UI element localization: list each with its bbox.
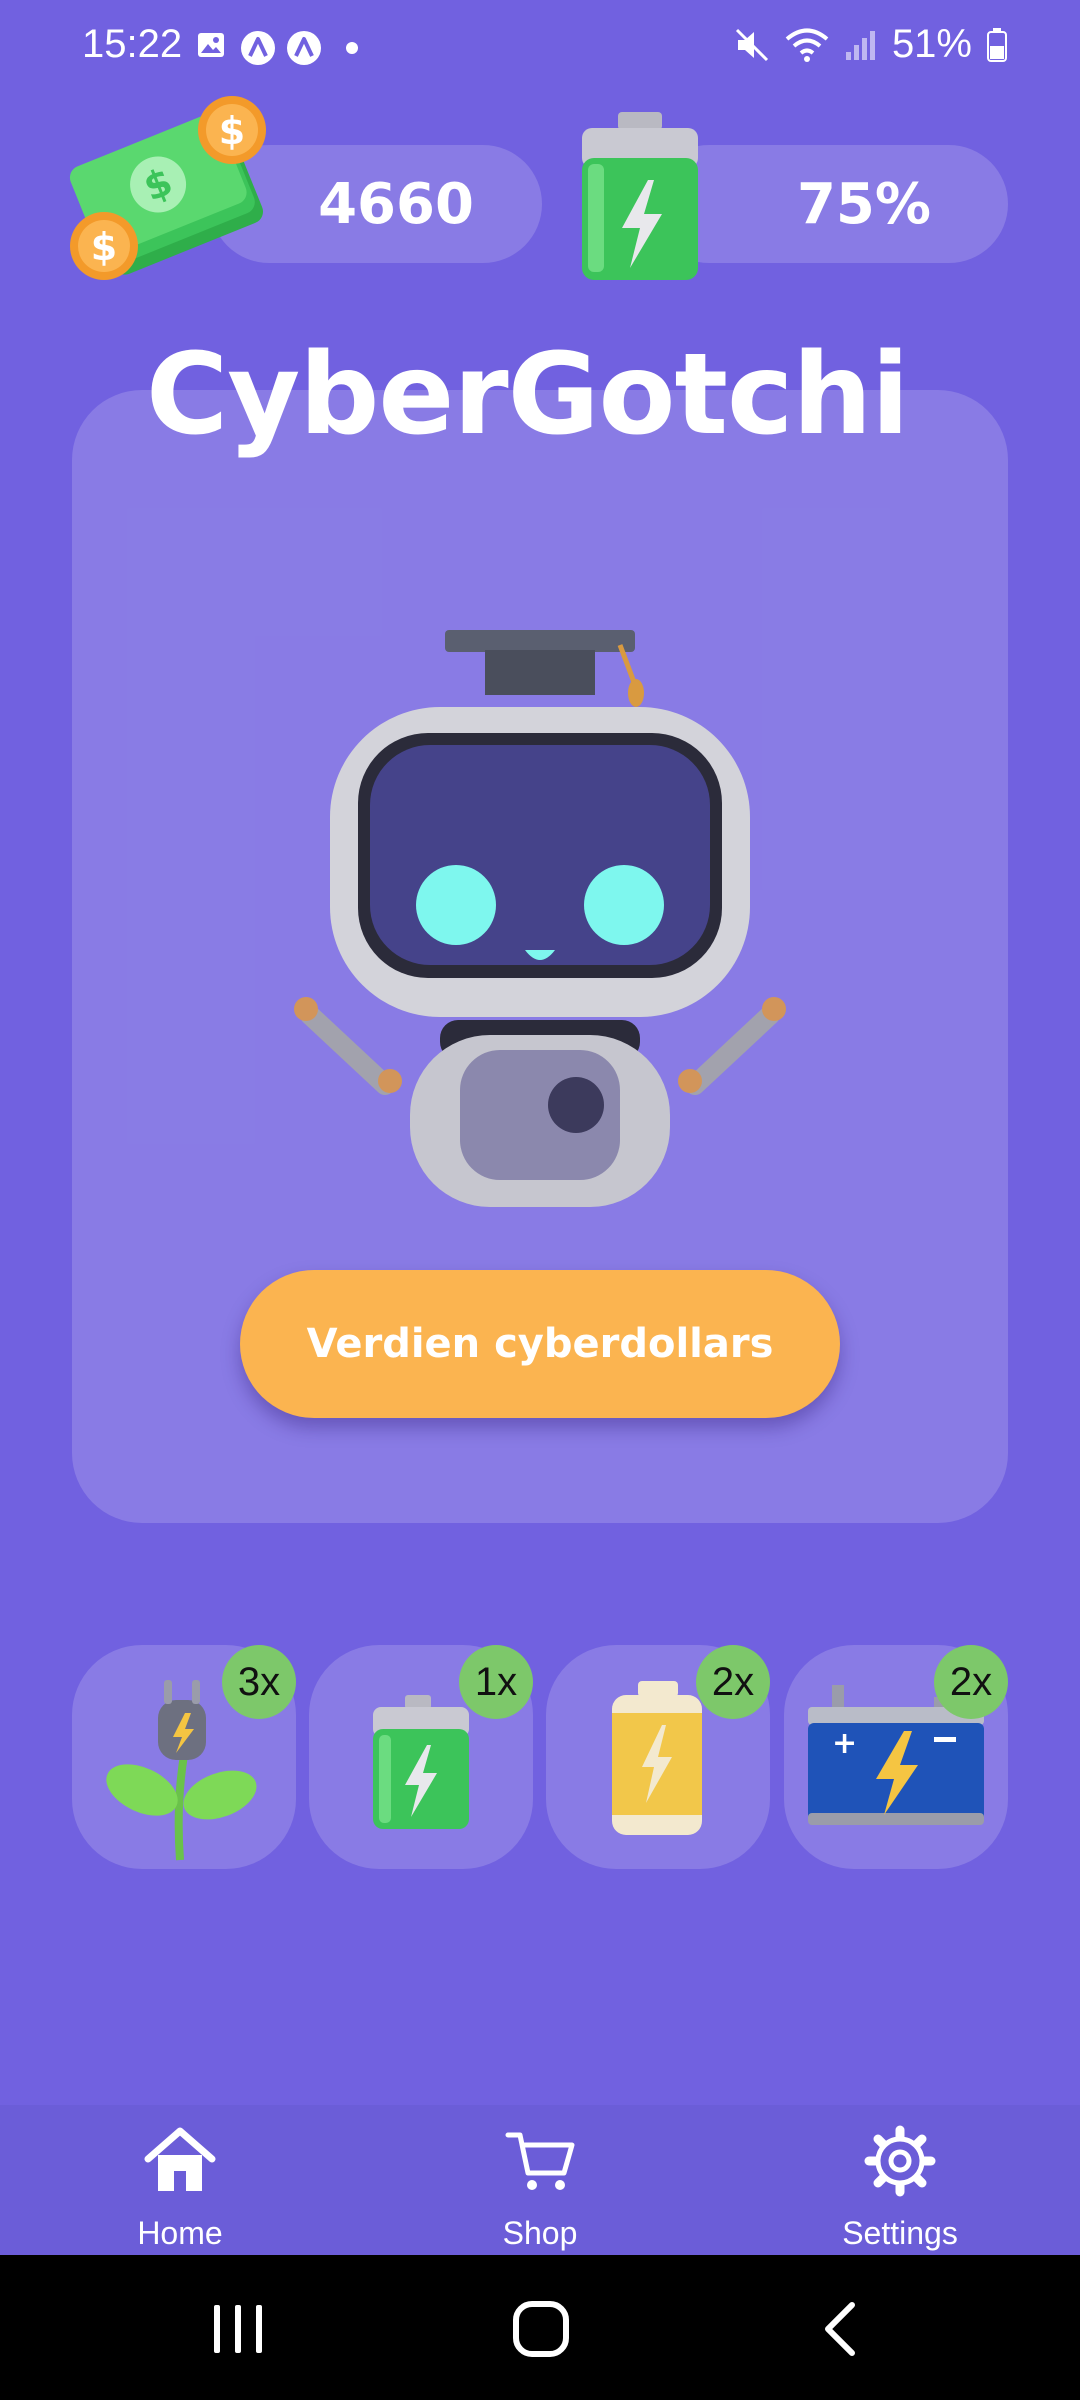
nav-shop-label: Shop — [502, 2215, 578, 2251]
app-a-icon — [241, 31, 275, 65]
svg-text:+: + — [832, 1726, 857, 1761]
nav-shop[interactable]: Shop — [420, 2105, 660, 2255]
money-value: 4660 — [318, 171, 474, 237]
nav-settings[interactable]: Settings — [780, 2105, 1020, 2255]
cash-coins-icon: $ $ $ — [69, 96, 266, 280]
battery-icon — [987, 27, 1007, 62]
home-icon — [144, 2127, 216, 2191]
nav-settings-label: Settings — [842, 2215, 958, 2251]
svg-text:$: $ — [91, 225, 117, 269]
earn-cyberdollars-button[interactable]: Verdien cyberdollars — [240, 1270, 840, 1418]
energy-counter: 75% — [650, 145, 1008, 263]
inventory-count-badge: 3x — [222, 1645, 296, 1719]
status-time: 15:22 — [82, 22, 183, 66]
inventory-count-badge: 1x — [459, 1645, 533, 1719]
inventory-slot-yellow-battery[interactable]: 2x — [546, 1645, 770, 1869]
home-circle-icon[interactable] — [512, 2300, 570, 2358]
mute-icon — [735, 28, 768, 61]
battery-value: 75% — [796, 171, 932, 237]
nav-home[interactable]: Home — [60, 2105, 300, 2255]
inventory-count-badge: 2x — [934, 1645, 1008, 1719]
inventory-count-badge: 2x — [696, 1645, 770, 1719]
back-icon[interactable] — [820, 2301, 860, 2357]
dot-icon — [346, 42, 358, 54]
status-battery-percent: 51% — [891, 22, 972, 66]
svg-text:$: $ — [219, 109, 245, 153]
inventory-slot-plant[interactable]: 3x — [72, 1645, 296, 1869]
status-right-group: 51% — [734, 22, 1008, 67]
image-icon — [198, 33, 224, 57]
inventory-slot-green-battery[interactable]: 1x — [309, 1645, 533, 1869]
signal-icon — [845, 30, 875, 60]
gear-icon — [864, 2125, 936, 2197]
wifi-icon — [785, 28, 829, 62]
inventory-slot-car-battery[interactable]: + 2x — [784, 1645, 1008, 1869]
recents-icon[interactable] — [210, 2303, 266, 2355]
cart-icon — [505, 2132, 575, 2190]
app-a-icon — [287, 31, 321, 65]
robot-graduate-mascot — [294, 630, 786, 1207]
nav-home-label: Home — [137, 2215, 223, 2251]
system-navigation-bar — [0, 2255, 1080, 2400]
battery-charge-icon — [582, 112, 698, 280]
bottom-navigation: Home Shop Settings — [0, 2105, 1080, 2255]
app-title: CyberGotchi — [146, 330, 909, 460]
